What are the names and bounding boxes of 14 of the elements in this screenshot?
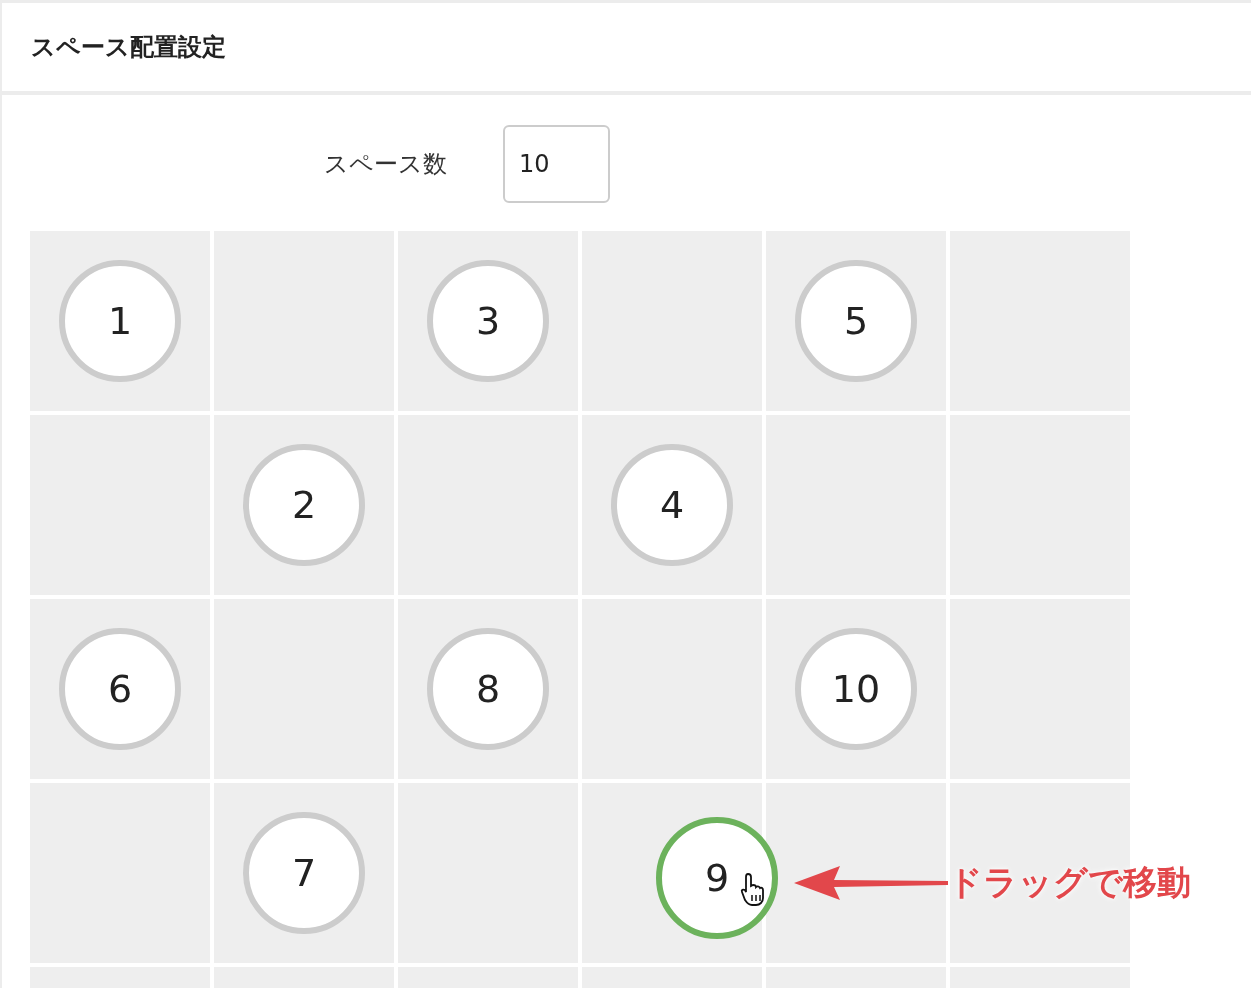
- panel-title: スペース配置設定: [31, 32, 226, 63]
- space-marker[interactable]: 1: [59, 260, 181, 382]
- space-marker[interactable]: 2: [243, 444, 365, 566]
- space-marker[interactable]: 6: [59, 628, 181, 750]
- space-count-field[interactable]: 10: [503, 125, 610, 203]
- space-marker[interactable]: 4: [611, 444, 733, 566]
- space-marker[interactable]: 9: [656, 817, 778, 939]
- space-marker[interactable]: 7: [243, 812, 365, 934]
- space-marker[interactable]: 8: [427, 628, 549, 750]
- annotation-text: ドラッグで移動: [948, 861, 1191, 904]
- space-count-label: スペース数: [324, 149, 447, 180]
- space-marker[interactable]: 3: [427, 260, 549, 382]
- space-marker[interactable]: 5: [795, 260, 917, 382]
- space-marker[interactable]: 10: [795, 628, 917, 750]
